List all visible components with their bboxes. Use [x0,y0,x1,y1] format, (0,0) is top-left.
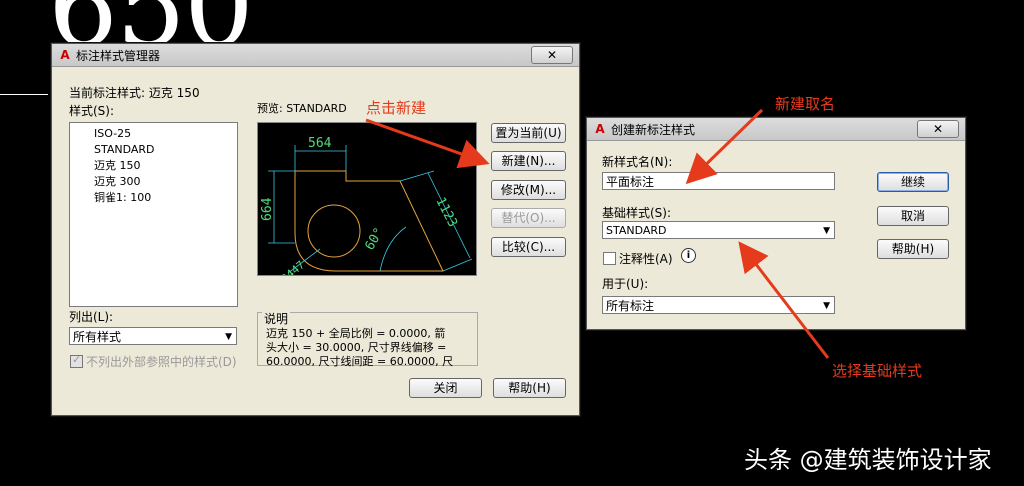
dropdown-arrow-icon: ▼ [823,301,830,311]
description-line: 迈克 150 + 全局比例 = 0.0000, 箭 [266,327,446,340]
modify-button[interactable]: 修改(M)... [491,180,566,200]
base-style-value: STANDARD [606,224,667,237]
description-line: 60.0000, 尺寸线间距 = 60.0000, 尺 [266,355,454,368]
use-for-label: 用于(U): [602,277,649,291]
description-line: 头大小 = 30.0000, 尺寸界线偏移 = [266,341,447,354]
base-style-combo[interactable]: STANDARD ▼ [602,221,835,239]
style-item[interactable]: 迈克 150 [70,158,237,174]
preview-label: 预览: STANDARD [257,102,347,115]
info-icon[interactable]: i [681,248,696,263]
new-name-label: 新样式名(N): [602,155,673,169]
preview-drawing: 564 664 1123 60° R447 [260,136,473,285]
description-legend: 说明 [262,312,291,326]
close-button[interactable]: 关闭 [409,378,482,398]
help-button[interactable]: 帮助(H) [877,239,949,259]
current-style-label: 当前标注样式: 迈克 150 [69,86,200,100]
continue-button[interactable]: 继续 [877,172,949,192]
annotation-name-it: 新建取名 [775,95,836,113]
cancel-button[interactable]: 取消 [877,206,949,226]
preview-dim-radius: R447 [279,258,308,275]
style-item[interactable]: 迈克 300 [70,174,237,190]
annotative-label: 注释性(A) [619,252,673,266]
new-style-close-icon[interactable]: ✕ [917,120,959,138]
list-filter-value: 所有样式 [73,330,122,344]
dim-manager-title: 标注样式管理器 [76,48,161,63]
preview-dim-564: 564 [308,136,332,151]
annotative-checkbox[interactable] [603,252,616,265]
styles-label: 样式(S): [69,104,115,118]
use-for-value: 所有标注 [606,299,655,313]
new-name-input[interactable]: 平面标注 [602,172,835,190]
style-preview: 564 664 1123 60° R447 [257,122,477,285]
base-style-label: 基础样式(S): [602,206,672,220]
dim-manager-titlebar[interactable]: A 标注样式管理器 ✕ [52,44,579,67]
annotation-click-new: 点击新建 [366,99,427,117]
preview-dim-1123: 1123 [432,195,460,230]
use-for-combo[interactable]: 所有标注 ▼ [602,296,835,314]
override-button[interactable]: 替代(O)... [491,208,566,228]
style-item[interactable]: ISO-25 [70,126,237,142]
set-current-button[interactable]: 置为当前(U) [491,123,566,143]
dropdown-arrow-icon: ▼ [225,332,232,342]
new-style-button[interactable]: 新建(N)... [491,151,566,171]
help-button[interactable]: 帮助(H) [493,378,566,398]
dim-style-manager-dialog: A 标注样式管理器 ✕ 当前标注样式: 迈克 150 样式(S): ISO-25… [51,43,580,416]
style-item[interactable]: STANDARD [70,142,237,158]
styles-listbox[interactable]: ISO-25 STANDARD 迈克 150 迈克 300 铜雀1: 100 [69,122,238,307]
list-label: 列出(L): [69,310,114,324]
preview-dim-664: 664 [260,197,275,221]
watermark: 头条 @建筑装饰设计家 [744,446,992,474]
exclude-xref-label: 不列出外部参照中的样式(D) [86,355,237,369]
preview-dim-angle: 60° [362,225,387,253]
background-line [0,94,48,95]
new-style-title: 创建新标注样式 [611,122,696,137]
annotation-choose-base: 选择基础样式 [832,362,923,380]
style-item[interactable]: 铜雀1: 100 [70,190,237,206]
autocad-logo-icon: A [595,122,605,136]
exclude-xref-checkbox[interactable]: ✓ [70,353,83,368]
compare-button[interactable]: 比较(C)... [491,237,566,257]
dim-manager-close-icon[interactable]: ✕ [531,46,573,64]
dropdown-arrow-icon: ▼ [823,226,830,236]
new-dim-style-dialog: A 创建新标注样式 ✕ 新样式名(N): 平面标注 基础样式(S): STAND… [586,117,966,330]
list-filter-combo[interactable]: 所有样式 ▼ [69,327,237,345]
description-box: 说明 迈克 150 + 全局比例 = 0.0000, 箭 头大小 = 30.00… [257,312,478,368]
new-name-value: 平面标注 [606,175,655,189]
autocad-logo-icon: A [60,48,70,62]
new-style-titlebar[interactable]: A 创建新标注样式 ✕ [587,118,965,141]
